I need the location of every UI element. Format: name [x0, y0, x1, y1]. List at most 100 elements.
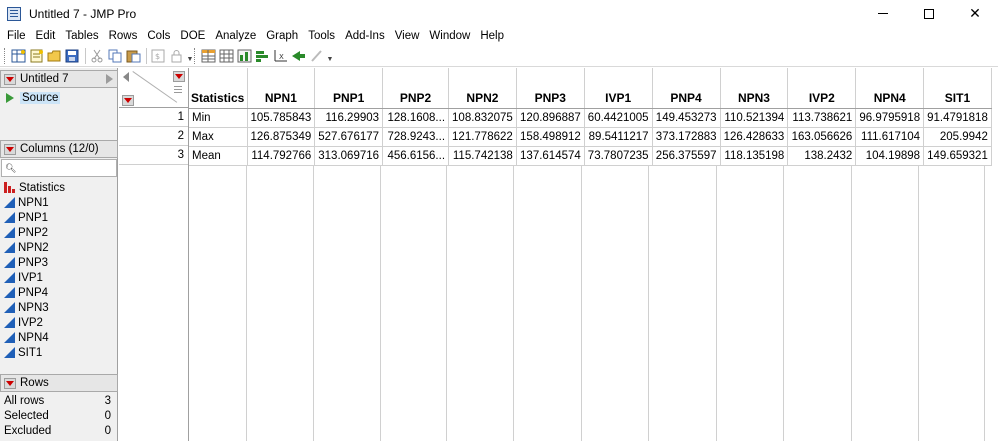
- menu-file[interactable]: File: [2, 27, 31, 45]
- column-resize-icon[interactable]: [174, 86, 182, 95]
- chevron-down-icon[interactable]: ▼: [186, 56, 194, 63]
- table-cell[interactable]: 313.069716: [314, 146, 384, 166]
- column-list-item[interactable]: PNP2: [0, 225, 117, 240]
- table-cell[interactable]: 118.135198: [720, 146, 789, 166]
- menu-rows[interactable]: Rows: [104, 27, 143, 45]
- table-cell[interactable]: 121.778622: [448, 127, 517, 147]
- row-number[interactable]: 2: [119, 127, 188, 146]
- table-cell[interactable]: 96.9795918: [855, 108, 925, 128]
- format-icon[interactable]: $: [150, 48, 167, 64]
- menu-window[interactable]: Window: [424, 27, 475, 45]
- graph-builder-icon[interactable]: [254, 48, 271, 64]
- menu-edit[interactable]: Edit: [31, 27, 61, 45]
- table-cell[interactable]: 73.7807235: [584, 146, 653, 166]
- column-header[interactable]: NPN1: [247, 68, 316, 109]
- menu-graph[interactable]: Graph: [261, 27, 303, 45]
- distribution-icon[interactable]: [236, 48, 253, 64]
- table-cell[interactable]: 456.6156...: [382, 146, 450, 166]
- row-number[interactable]: 3: [119, 146, 188, 165]
- red-triangle-menu-icon[interactable]: [4, 143, 16, 155]
- rows-summary-line[interactable]: Excluded 0: [0, 423, 117, 438]
- source-label[interactable]: Source: [20, 92, 61, 104]
- column-header[interactable]: IVP2: [787, 68, 857, 109]
- chevron-down-icon[interactable]: ▼: [326, 56, 334, 63]
- table-cell[interactable]: 111.617104: [855, 127, 925, 147]
- rows-summary-line[interactable]: All rows 3: [0, 393, 117, 408]
- rows-red-triangle-icon[interactable]: [122, 95, 134, 106]
- column-header[interactable]: PNP3: [516, 68, 585, 109]
- table-cell[interactable]: 126.875349: [247, 127, 316, 147]
- column-header[interactable]: Statistics: [189, 68, 248, 109]
- table-cell[interactable]: 149.659321: [923, 146, 992, 166]
- column-header[interactable]: NPN2: [448, 68, 517, 109]
- new-data-table-icon[interactable]: [10, 48, 27, 64]
- column-header[interactable]: PNP2: [382, 68, 450, 109]
- table-cell[interactable]: 91.4791818: [923, 108, 992, 128]
- pencil-icon[interactable]: [308, 48, 325, 64]
- open-icon[interactable]: [46, 48, 63, 64]
- cut-icon[interactable]: [89, 48, 106, 64]
- menu-analyze[interactable]: Analyze: [210, 27, 261, 45]
- column-header[interactable]: PNP1: [314, 68, 384, 109]
- close-button[interactable]: ✕: [952, 0, 998, 27]
- table-cell[interactable]: 114.792766: [247, 146, 316, 166]
- table-cell[interactable]: 120.896887: [516, 108, 585, 128]
- column-list-item[interactable]: NPN1: [0, 195, 117, 210]
- table-cell[interactable]: 137.614574: [516, 146, 585, 166]
- column-header[interactable]: SIT1: [923, 68, 992, 109]
- collapse-panel-icon[interactable]: [123, 72, 129, 82]
- source-script-row[interactable]: Source: [0, 90, 61, 106]
- rows-summary-line[interactable]: Selected 0: [0, 408, 117, 423]
- lock-icon[interactable]: [168, 48, 185, 64]
- table-cell[interactable]: Mean: [189, 146, 248, 166]
- tabulate-icon[interactable]: [218, 48, 235, 64]
- column-header[interactable]: PNP4: [652, 68, 721, 109]
- table-cell[interactable]: Min: [189, 108, 248, 128]
- grid-corner[interactable]: [119, 68, 189, 108]
- table-cell[interactable]: 126.428633: [720, 127, 789, 147]
- table-cell[interactable]: 728.9243...: [382, 127, 450, 147]
- menu-doe[interactable]: DOE: [175, 27, 210, 45]
- play-icon[interactable]: [6, 93, 14, 103]
- table-cell[interactable]: 256.375597: [652, 146, 721, 166]
- column-list-item[interactable]: PNP4: [0, 285, 117, 300]
- menu-tools[interactable]: Tools: [303, 27, 340, 45]
- new-script-icon[interactable]: [28, 48, 45, 64]
- copy-icon[interactable]: [107, 48, 124, 64]
- column-list-item[interactable]: IVP2: [0, 315, 117, 330]
- collapse-icon[interactable]: [106, 74, 113, 84]
- table-cell[interactable]: 527.676177: [314, 127, 384, 147]
- table-cell[interactable]: 158.498912: [516, 127, 585, 147]
- menu-add-ins[interactable]: Add-Ins: [340, 27, 390, 45]
- table-cell[interactable]: Max: [189, 127, 248, 147]
- toolbar-grip[interactable]: [4, 47, 7, 64]
- table-cell[interactable]: 128.1608...: [382, 108, 450, 128]
- toolbar-grip[interactable]: [194, 47, 197, 64]
- menu-help[interactable]: Help: [475, 27, 509, 45]
- table-cell[interactable]: 205.9942: [923, 127, 992, 147]
- table-cell[interactable]: 149.453273: [652, 108, 721, 128]
- table-cell[interactable]: 60.4421005: [584, 108, 653, 128]
- table-cell[interactable]: 115.742138: [448, 146, 517, 166]
- menu-tables[interactable]: Tables: [60, 27, 103, 45]
- column-list-item[interactable]: SIT1: [0, 345, 117, 360]
- column-header[interactable]: NPN3: [720, 68, 789, 109]
- table-cell[interactable]: 105.785843: [247, 108, 316, 128]
- red-triangle-menu-icon[interactable]: [4, 377, 16, 389]
- table-cell[interactable]: 108.832075: [448, 108, 517, 128]
- row-number[interactable]: 1: [119, 108, 188, 127]
- paste-icon[interactable]: [125, 48, 142, 64]
- menu-view[interactable]: View: [390, 27, 425, 45]
- table-cell[interactable]: 110.521394: [720, 108, 789, 128]
- column-list-item[interactable]: PNP3: [0, 255, 117, 270]
- column-list-item[interactable]: NPN2: [0, 240, 117, 255]
- column-list-item[interactable]: NPN4: [0, 330, 117, 345]
- column-list-item[interactable]: NPN3: [0, 300, 117, 315]
- column-list-item[interactable]: Statistics: [0, 180, 117, 195]
- red-triangle-menu-icon[interactable]: [4, 73, 16, 85]
- table-cell[interactable]: 163.056626: [787, 127, 857, 147]
- table-cell[interactable]: 104.19898: [855, 146, 925, 166]
- table-cell[interactable]: 113.738621: [787, 108, 857, 128]
- column-search-input[interactable]: 🔍︎: [1, 159, 117, 177]
- column-header[interactable]: IVP1: [584, 68, 653, 109]
